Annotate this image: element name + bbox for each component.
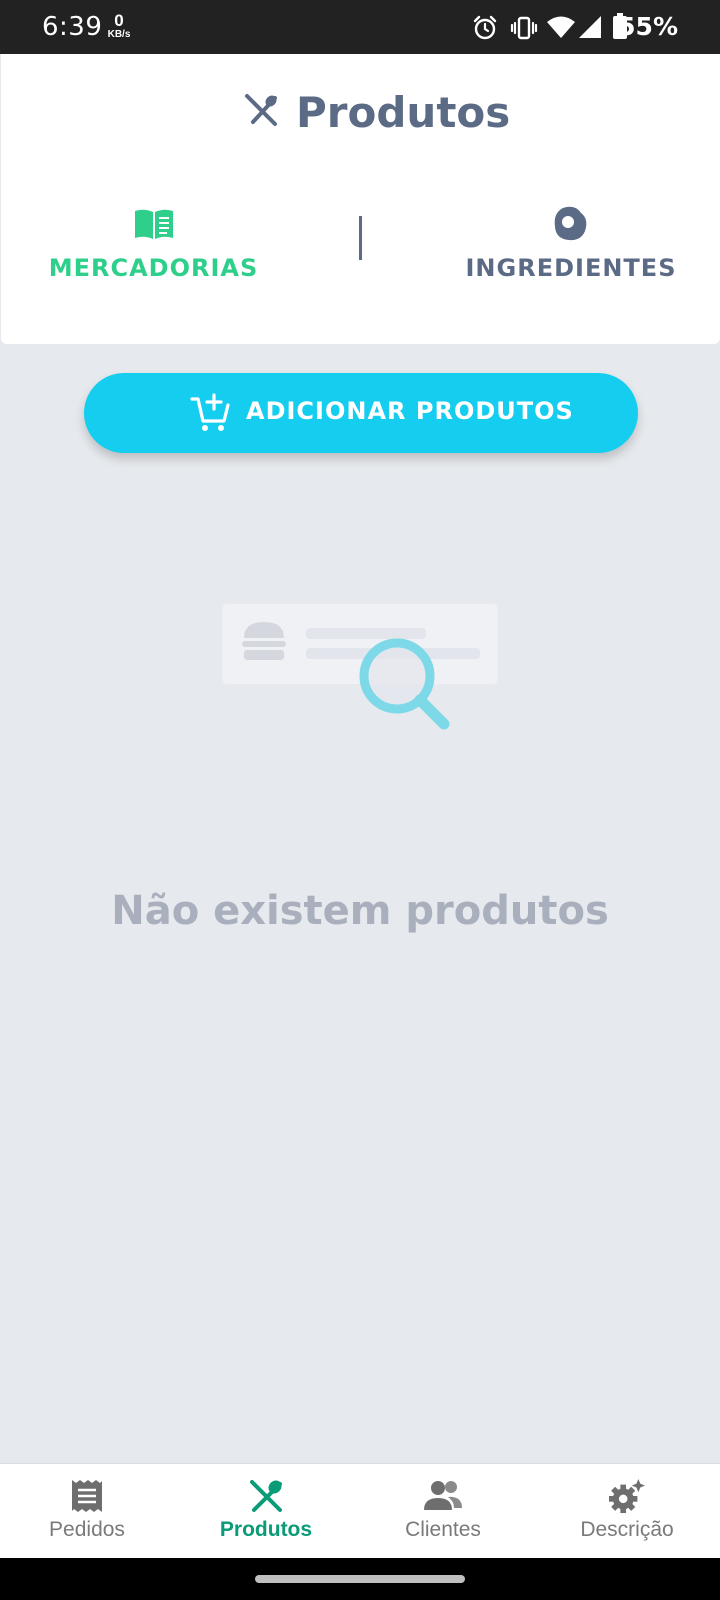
battery-percent: 55% — [618, 12, 678, 41]
empty-state-message: Não existem produtos — [111, 888, 609, 934]
page-title: Produtos — [296, 88, 511, 137]
tab-divider — [359, 216, 362, 260]
header-card: Produtos MERCADORIAS INGREDIENTES — [1, 54, 720, 344]
receipt-icon — [72, 1480, 102, 1512]
nav-item-descricao[interactable]: Descrição — [562, 1464, 692, 1559]
tab-mercadorias-label: MERCADORIAS — [48, 254, 259, 282]
bottom-nav: Pedidos Produtos Clientes Descrição — [0, 1463, 720, 1558]
vibrate-icon — [510, 16, 538, 40]
nav-item-clientes[interactable]: Clientes — [388, 1464, 498, 1559]
net-speed-unit: KB/s — [107, 29, 131, 40]
gear-sparkle-icon — [609, 1478, 645, 1514]
cell-signal-icon — [579, 16, 601, 38]
nav-item-produtos[interactable]: Produtos — [206, 1464, 326, 1559]
add-products-label: ADICIONAR PRODUTOS — [246, 397, 574, 425]
cart-plus-icon — [190, 393, 230, 431]
tab-mercadorias[interactable]: MERCADORIAS — [41, 204, 266, 304]
add-products-button[interactable]: ADICIONAR PRODUTOS — [84, 373, 638, 453]
gesture-handle[interactable] — [255, 1575, 465, 1583]
net-speed: 0 KB/s — [104, 12, 134, 40]
tab-ingredientes[interactable]: INGREDIENTES — [461, 204, 681, 304]
burger-icon — [242, 622, 286, 660]
nav-label-clientes: Clientes — [405, 1518, 481, 1541]
book-icon — [134, 209, 173, 239]
utensils-icon — [245, 94, 277, 126]
system-navigation-bar — [0, 1558, 720, 1600]
empty-search-illustration — [222, 604, 498, 730]
status-time: 6:39 — [42, 12, 103, 42]
nav-label-descricao: Descrição — [580, 1518, 674, 1541]
wifi-icon — [547, 16, 575, 38]
utensils-icon — [250, 1480, 282, 1512]
nav-label-produtos: Produtos — [219, 1518, 313, 1541]
tab-ingredientes-label: INGREDIENTES — [465, 254, 677, 282]
app-screen: 6:39 0 KB/s 55% Produtos MERCADORIAS ING… — [0, 0, 720, 1600]
egg-icon — [554, 206, 587, 241]
users-icon — [424, 1481, 462, 1510]
net-speed-value: 0 — [114, 11, 124, 30]
nav-item-pedidos[interactable]: Pedidos — [30, 1464, 144, 1559]
status-bar: 6:39 0 KB/s 55% — [0, 0, 720, 54]
alarm-icon — [473, 15, 497, 40]
nav-label-pedidos: Pedidos — [49, 1518, 125, 1541]
